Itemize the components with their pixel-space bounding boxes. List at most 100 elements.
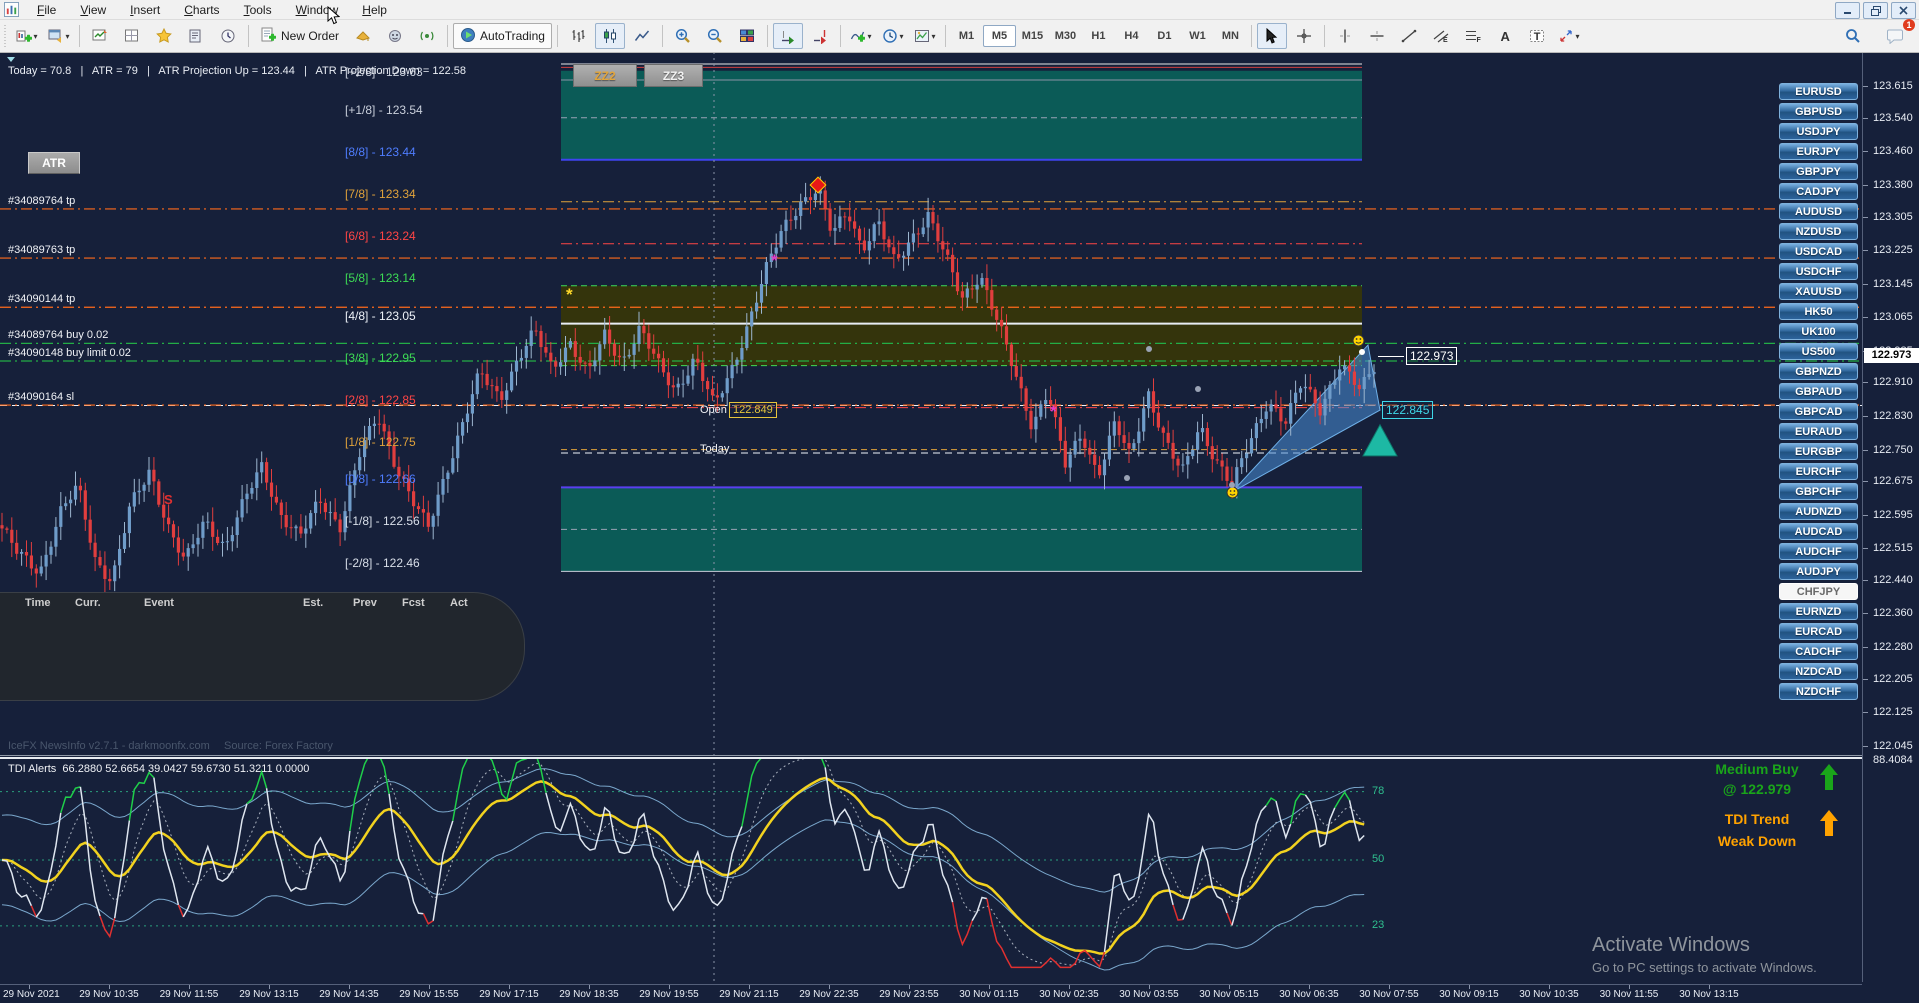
- zoom-in-icon[interactable]: [668, 23, 698, 49]
- order-line-label[interactable]: #34089764 buy 0.02: [8, 329, 108, 341]
- atr-button[interactable]: ATR: [28, 152, 80, 174]
- templates-icon[interactable]: ▾: [910, 23, 940, 49]
- indicator-dropdown-icon[interactable]: [7, 57, 15, 62]
- symbol-button-uk100[interactable]: UK100: [1779, 323, 1858, 340]
- timeframe-button-h4[interactable]: H4: [1115, 25, 1148, 47]
- symbol-button-gbpnzd[interactable]: GBPNZD: [1779, 363, 1858, 380]
- time-axis-label: 29 Nov 2021: [3, 989, 60, 1000]
- menu-item-window[interactable]: Window: [284, 2, 351, 18]
- timeframe-button-h1[interactable]: H1: [1082, 25, 1115, 47]
- timeframe-button-m1[interactable]: M1: [950, 25, 983, 47]
- expert-hat-icon[interactable]: [348, 23, 378, 49]
- symbol-button-eurgbp[interactable]: EURGBP: [1779, 443, 1858, 460]
- navigator-icon[interactable]: [149, 23, 179, 49]
- menu-item-tools[interactable]: Tools: [232, 2, 284, 18]
- symbol-button-chfjpy[interactable]: CHFJPY: [1779, 583, 1858, 600]
- symbol-button-nzdusd[interactable]: NZDUSD: [1779, 223, 1858, 240]
- auto-scroll-icon[interactable]: [772, 23, 803, 49]
- timeframe-button-w1[interactable]: W1: [1181, 25, 1214, 47]
- text-label-icon[interactable]: T: [1522, 23, 1552, 49]
- symbol-button-eurjpy[interactable]: EURJPY: [1779, 143, 1858, 160]
- symbol-button-usdcad[interactable]: USDCAD: [1779, 243, 1858, 260]
- timeframe-button-d1[interactable]: D1: [1148, 25, 1181, 47]
- minimize-button[interactable]: [1835, 2, 1860, 19]
- symbol-button-us500[interactable]: US500: [1779, 343, 1858, 360]
- symbol-button-cadjpy[interactable]: CADJPY: [1779, 183, 1858, 200]
- symbol-button-gbpchf[interactable]: GBPCHF: [1779, 483, 1858, 500]
- tile-windows-icon[interactable]: [732, 23, 762, 49]
- chart-profiles-icon[interactable]: ▾: [44, 23, 74, 49]
- panel-divider-top[interactable]: [0, 755, 1862, 756]
- symbol-button-eurusd[interactable]: EURUSD: [1779, 83, 1858, 100]
- timeframe-button-mn[interactable]: MN: [1214, 25, 1247, 47]
- indicators-icon[interactable]: ▾: [846, 23, 876, 49]
- symbol-button-gbpusd[interactable]: GBPUSD: [1779, 103, 1858, 120]
- panel-divider[interactable]: [0, 757, 1862, 759]
- menu-item-help[interactable]: Help: [350, 2, 399, 18]
- equidistant-channel-icon[interactable]: E: [1426, 23, 1456, 49]
- candlestick-chart-icon[interactable]: [594, 23, 625, 49]
- menu-item-charts[interactable]: Charts: [172, 2, 231, 18]
- order-line-label[interactable]: #34090164 sl: [8, 391, 74, 403]
- menu-item-view[interactable]: View: [68, 2, 118, 18]
- symbol-button-usdchf[interactable]: USDCHF: [1779, 263, 1858, 280]
- symbol-button-audusd[interactable]: AUDUSD: [1779, 203, 1858, 220]
- symbol-button-audchf[interactable]: AUDCHF: [1779, 543, 1858, 560]
- timeframe-button-m15[interactable]: M15: [1016, 25, 1049, 47]
- periods-icon[interactable]: ▾: [878, 23, 908, 49]
- trendline-icon[interactable]: [1394, 23, 1424, 49]
- symbol-button-nzdcad[interactable]: NZDCAD: [1779, 663, 1858, 680]
- symbol-button-xauusd[interactable]: XAUUSD: [1779, 283, 1858, 300]
- expert-advisor-icon[interactable]: [380, 23, 410, 49]
- restore-button[interactable]: [1863, 2, 1888, 19]
- order-line-label[interactable]: #34089764 tp: [8, 195, 75, 207]
- arrows-icon[interactable]: ▾: [1554, 23, 1584, 49]
- symbol-button-gbpcad[interactable]: GBPCAD: [1779, 403, 1858, 420]
- symbol-button-audjpy[interactable]: AUDJPY: [1779, 563, 1858, 580]
- market-watch-icon[interactable]: [85, 23, 115, 49]
- timeframe-button-m30[interactable]: M30: [1049, 25, 1082, 47]
- symbol-button-gbpaud[interactable]: GBPAUD: [1779, 383, 1858, 400]
- bar-chart-icon[interactable]: [563, 23, 593, 49]
- symbol-button-nzdchf[interactable]: NZDCHF: [1779, 683, 1858, 700]
- zigzag-button-zz3[interactable]: ZZ3: [644, 64, 703, 87]
- cursor-icon[interactable]: [1256, 23, 1287, 49]
- symbol-button-usdjpy[interactable]: USDJPY: [1779, 123, 1858, 140]
- autotrading-button[interactable]: AutoTrading: [453, 23, 552, 49]
- symbol-button-eurchf[interactable]: EURCHF: [1779, 463, 1858, 480]
- menu-item-file[interactable]: File: [25, 2, 68, 18]
- crosshair-icon[interactable]: [1289, 23, 1319, 49]
- metaquotes-community-icon[interactable]: [412, 23, 442, 49]
- timeframe-button-m5[interactable]: M5: [982, 25, 1016, 47]
- community-chat-icon[interactable]: 1: [1880, 19, 1915, 49]
- terminal-icon[interactable]: [181, 23, 211, 49]
- zoom-out-icon[interactable]: [700, 23, 730, 49]
- horizontal-line-icon[interactable]: [1362, 23, 1392, 49]
- symbol-button-gbpjpy[interactable]: GBPJPY: [1779, 163, 1858, 180]
- symbol-button-eurnzd[interactable]: EURNZD: [1779, 603, 1858, 620]
- search-icon[interactable]: [1838, 23, 1868, 49]
- time-axis[interactable]: 29 Nov 2021 29 Nov 10:35 29 Nov 11:55 29 No…: [0, 984, 1862, 1003]
- symbol-button-audnzd[interactable]: AUDNZD: [1779, 503, 1858, 520]
- new-order-button[interactable]: New Order: [254, 23, 346, 49]
- chart-shift-icon[interactable]: [805, 23, 835, 49]
- order-line-label[interactable]: #34090148 buy limit 0.02: [8, 347, 131, 359]
- order-line-label[interactable]: #34090144 tp: [8, 293, 75, 305]
- price-scale[interactable]: 123.615 123.540 123.460 123.380 123.305 123.2…: [1862, 52, 1919, 982]
- symbol-button-eurcad[interactable]: EURCAD: [1779, 623, 1858, 640]
- order-line-label[interactable]: #34089763 tp: [8, 244, 75, 256]
- strategy-tester-icon[interactable]: [213, 23, 243, 49]
- symbol-button-euraud[interactable]: EURAUD: [1779, 423, 1858, 440]
- close-button[interactable]: [1891, 2, 1916, 19]
- data-window-icon[interactable]: [117, 23, 147, 49]
- symbol-button-cadchf[interactable]: CADCHF: [1779, 643, 1858, 660]
- zigzag-button-zz2[interactable]: ZZ2: [573, 64, 637, 87]
- fibonacci-icon[interactable]: F: [1458, 23, 1488, 49]
- line-chart-icon[interactable]: [627, 23, 657, 49]
- vertical-line-icon[interactable]: [1330, 23, 1360, 49]
- symbol-button-hk50[interactable]: HK50: [1779, 303, 1858, 320]
- menu-item-insert[interactable]: Insert: [118, 2, 172, 18]
- new-chart-icon[interactable]: ▾: [12, 23, 42, 49]
- text-icon[interactable]: A: [1490, 23, 1520, 49]
- symbol-button-audcad[interactable]: AUDCAD: [1779, 523, 1858, 540]
